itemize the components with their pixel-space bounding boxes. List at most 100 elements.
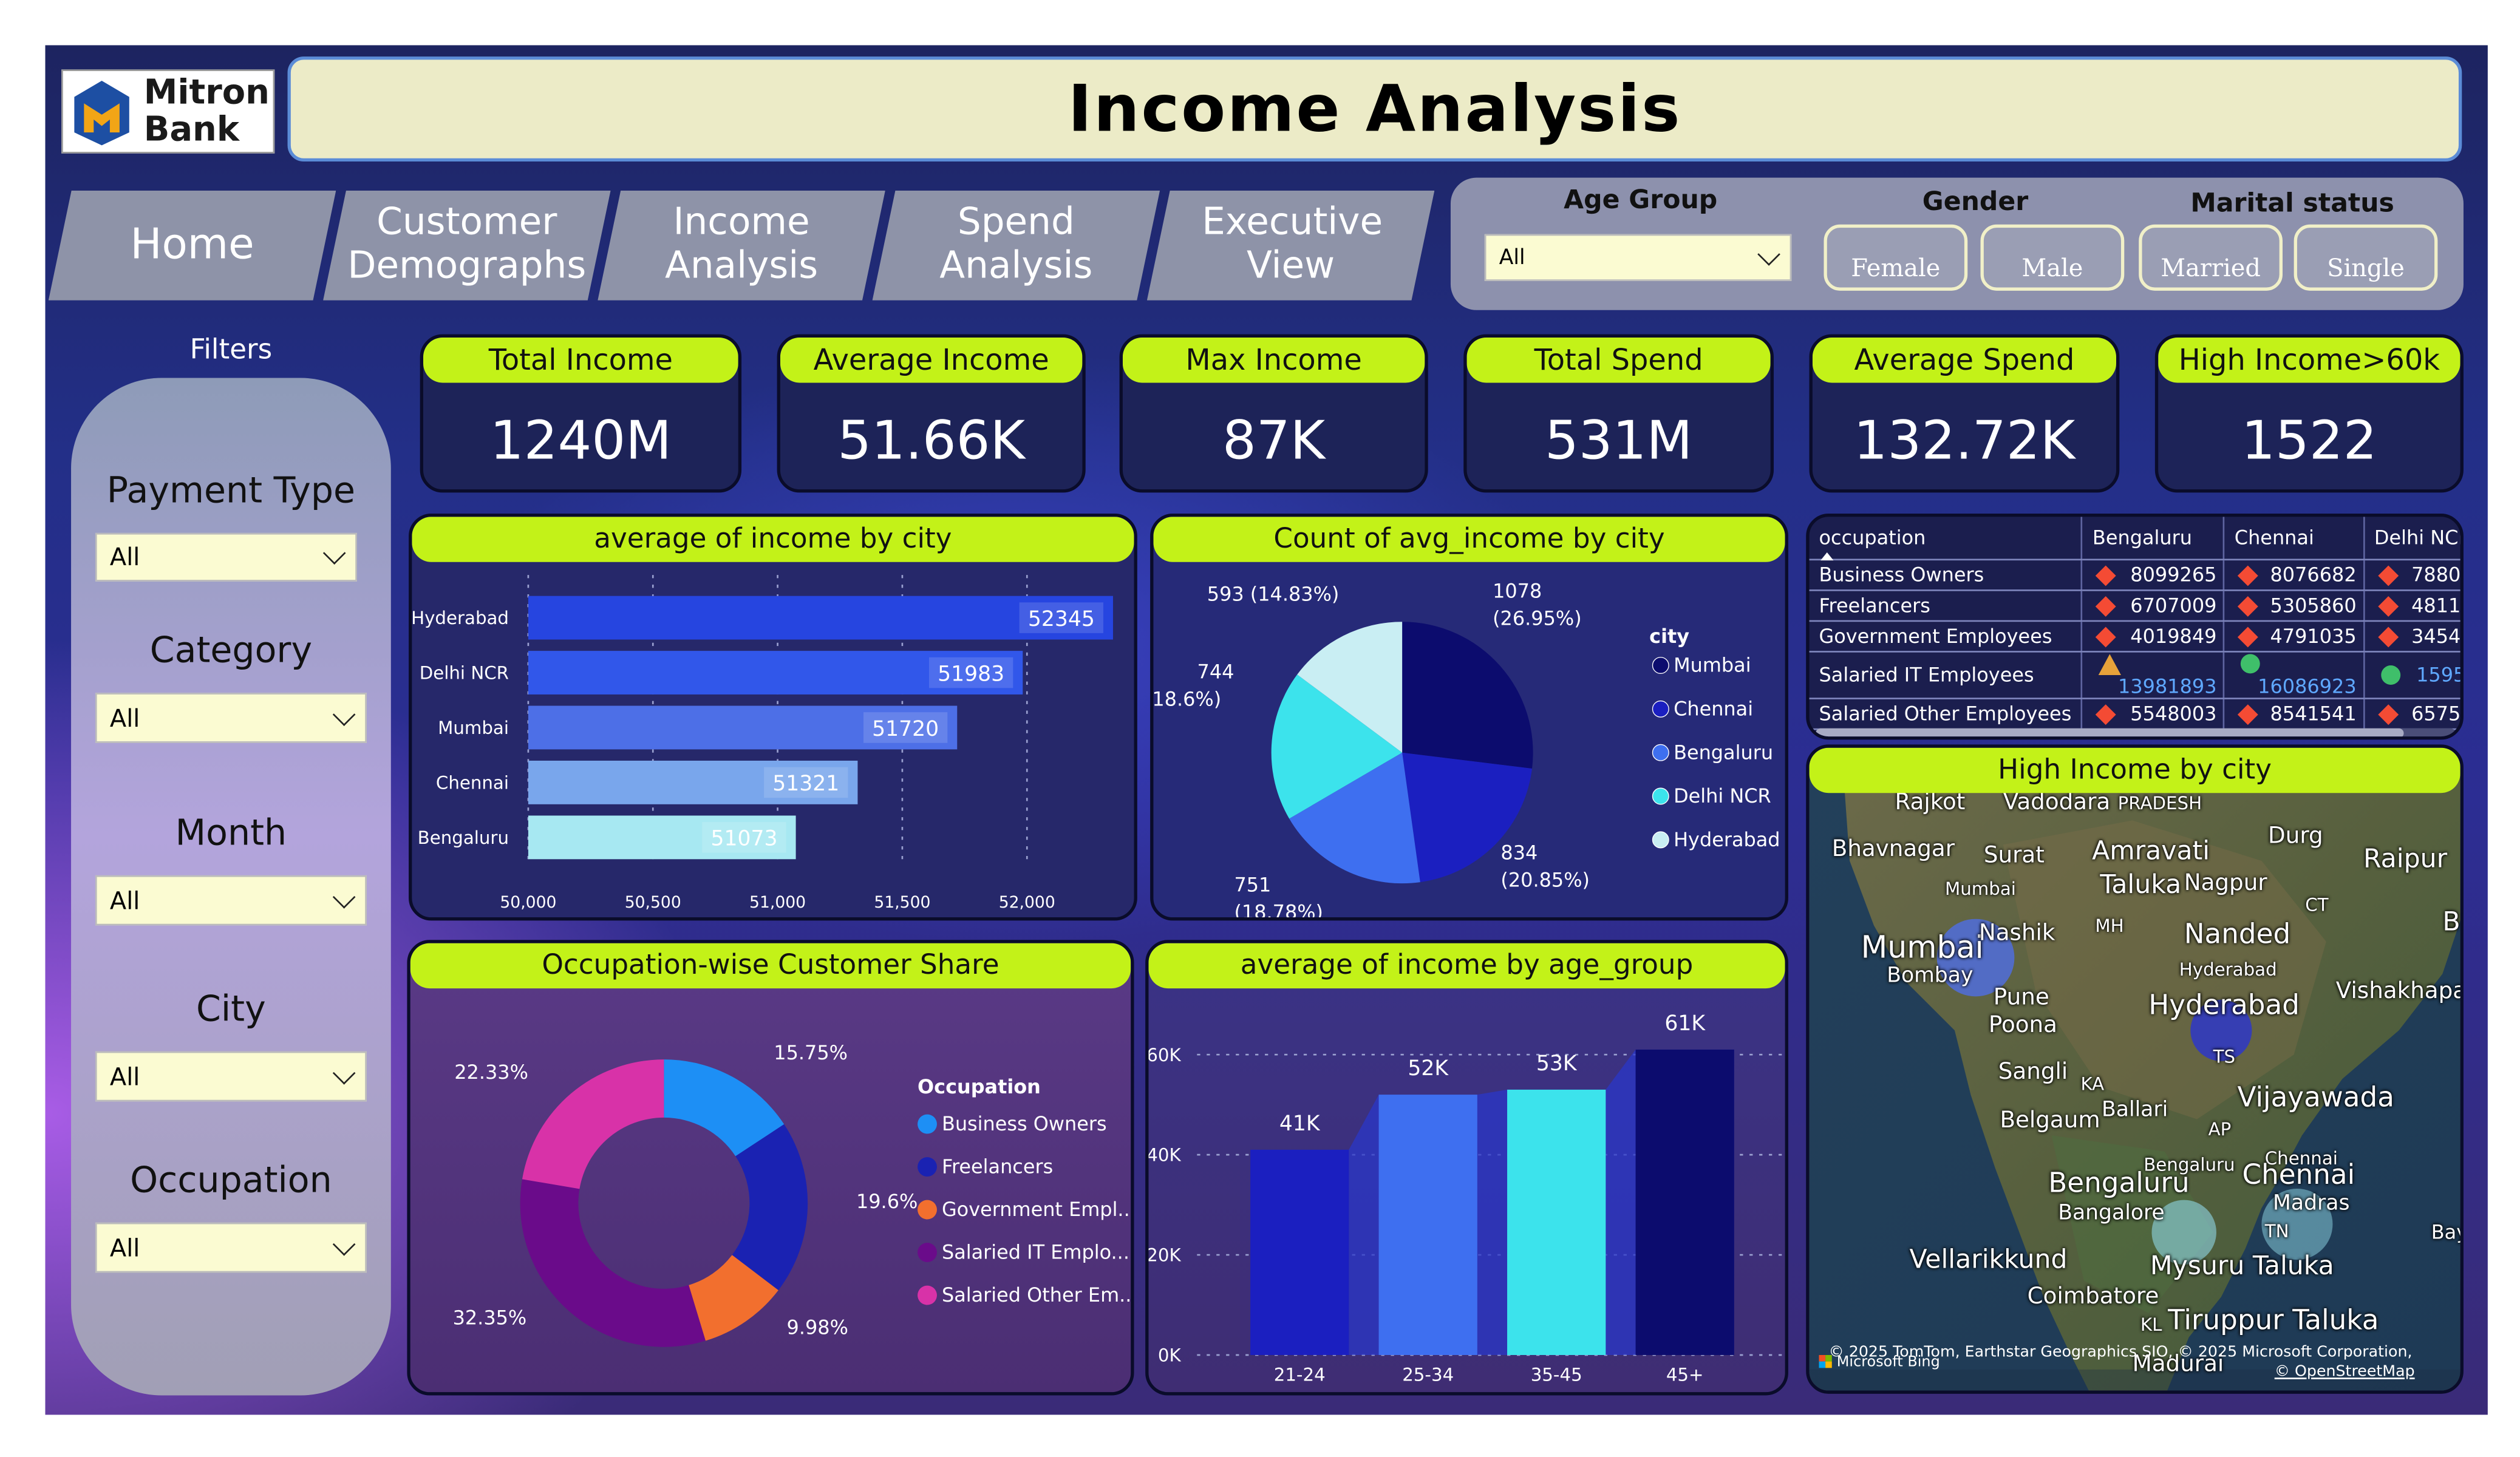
nav-customer-demographs-button[interactable]: Customer Demographs [323,190,611,301]
kpi-label: Max Income [1122,338,1425,383]
map-label: Bengaluru [2048,1167,2190,1200]
y-tick-label: 20K [1148,1245,1181,1266]
diamond-icon [2096,626,2117,647]
table-row[interactable]: Salaried IT Employees 13981893 16086923 159… [1809,651,2460,699]
data-label: 51073 [710,827,777,851]
map-label: Surat [1983,843,2045,869]
page-title-bar: Income Analysis [287,56,2462,162]
kpi-total-spend-card: Total Spend 531M [1463,334,1774,493]
pie-slice-mumbai [1402,622,1533,769]
diamond-icon [2238,626,2259,647]
x-tick-label: 21-24 [1274,1365,1326,1385]
kpi-average-spend-card: Average Spend 132.72K [1809,334,2120,493]
donut-slice-salaried-it-employees [520,1179,706,1347]
cell-value: 4019849 [2130,624,2217,647]
category-dropdown[interactable]: All [95,693,367,743]
age-group-dropdown[interactable]: All [1484,234,1792,281]
cell-value: 8541541 [2270,701,2357,725]
nav-income-analysis-button[interactable]: Income Analysis [598,190,885,301]
city-label: City [196,990,266,1031]
map-label: Bangalore [2058,1201,2165,1226]
marital-married-button[interactable]: Married [2139,224,2283,291]
map-label: Rajkot [1895,789,1966,816]
map-label: KL [2140,1314,2162,1336]
chevron-down-icon [1757,242,1780,265]
high-income-map-panel[interactable]: High Income by city Rajkot Vadodara PRAD… [1806,744,2464,1394]
chevron-down-icon [332,702,356,725]
slice-data-label: 9.98% [787,1316,848,1339]
city-value: All [109,1062,140,1092]
map-label: TN [2264,1221,2289,1242]
kpi-value: 1522 [2241,409,2377,472]
city-dropdown[interactable]: All [95,1051,367,1102]
legend-label: Bengaluru [1674,741,1773,764]
nav-home-button[interactable]: Home [48,190,336,301]
income-matrix: occupation Bengaluru Chennai Delhi NCR Busin… [1809,517,2461,730]
nav-customer-demographs-label: Customer Demographs [347,202,587,288]
table-cell: 8076682 [2224,559,2365,591]
payment-type-value: All [109,542,140,572]
map-label: CT [2305,894,2329,916]
table-scrollbar[interactable] [1816,728,2456,737]
marital-single-button[interactable]: Single [2294,224,2438,291]
table-row[interactable]: Government Employees 4019849 4791035 3454 [1809,620,2460,652]
payment-type-label: Payment Type [106,471,356,512]
table-row[interactable]: Salaried Other Employees 5548003 8541541 65… [1809,698,2461,730]
nav-spend-analysis-button[interactable]: Spend Analysis [872,190,1160,301]
gender-female-button[interactable]: Female [1824,224,1968,291]
data-label: 53K [1536,1051,1578,1076]
table-row[interactable]: Freelancers 6707009 5305860 4811 [1809,589,2460,621]
column-header[interactable]: occupation [1809,517,2083,560]
legend-label: Government Empl... [942,1198,1134,1221]
table-cell: 15952 [2363,651,2460,699]
payment-type-dropdown[interactable]: All [95,532,357,582]
month-value: All [109,886,140,915]
occupation-value: All [109,1233,140,1263]
data-label: 61K [1664,1011,1706,1036]
map-label: Mumbai [1861,930,1984,966]
map-label: Sangli [1998,1059,2068,1085]
cell-value: 5305860 [2270,593,2357,616]
gender-male-button[interactable]: Male [1980,224,2125,291]
nav-executive-view-button[interactable]: Executive View [1146,190,1435,301]
cell-value: 16086923 [2258,674,2357,697]
table-cell: 8099265 [2082,559,2225,591]
sort-ascending-icon[interactable] [1820,552,1834,561]
cell-value: 6575 [2411,701,2461,725]
column-header[interactable]: Chennai [2224,517,2365,560]
x-tick-label: 25-34 [1402,1365,1454,1385]
table-cell: 5548003 [2082,698,2225,730]
donut-slice-salaried-other-employees [522,1059,664,1189]
map-osm-link[interactable]: © OpenStreetMap [2275,1363,2415,1381]
column-header[interactable]: Delhi NCR [2363,517,2460,560]
chart-title: average of income by city [412,517,1134,562]
kpi-value: 1240M [489,409,672,472]
month-dropdown[interactable]: All [95,875,367,926]
category-value: All [109,703,140,733]
legend-marker [1652,831,1669,849]
table-cell: 5305860 [2224,589,2365,621]
map-label: Nanded [2184,919,2291,951]
data-label: 52345 [1028,607,1095,631]
kpi-max-income-card: Max Income 87K [1119,334,1428,493]
diamond-icon [2377,595,2399,616]
legend-marker [1652,700,1669,718]
map-label: Belgaum [2000,1107,2100,1134]
filters-title: Filters [189,334,273,367]
map-label: Bhavnagar [1831,837,1955,863]
bar-age-35-45 [1507,1089,1606,1355]
legend-title: Occupation [918,1075,1041,1098]
legend-marker [918,1243,937,1263]
table-row[interactable]: Business Owners 8099265 8076682 7880 [1809,559,2460,591]
legend-marker [1652,657,1669,674]
occupation-label: Occupation [130,1161,332,1202]
scrollbar-thumb[interactable] [1816,728,2405,737]
column-header[interactable]: Bengaluru [2082,517,2225,560]
diamond-icon [2096,565,2117,585]
legend-marker [918,1285,937,1305]
table-cell: 4791035 [2224,620,2365,652]
occupation-dropdown[interactable]: All [95,1222,367,1273]
gender-female-label: Female [1851,253,1941,283]
map-attribution: © 2025 TomTom, Earthstar Geographics SIO… [1828,1343,2413,1362]
income-by-age-chart: 0K 20K 40K 60K 41K 21-24 52K 25-34 53K 35-45 61K 45… [1148,1011,1782,1385]
